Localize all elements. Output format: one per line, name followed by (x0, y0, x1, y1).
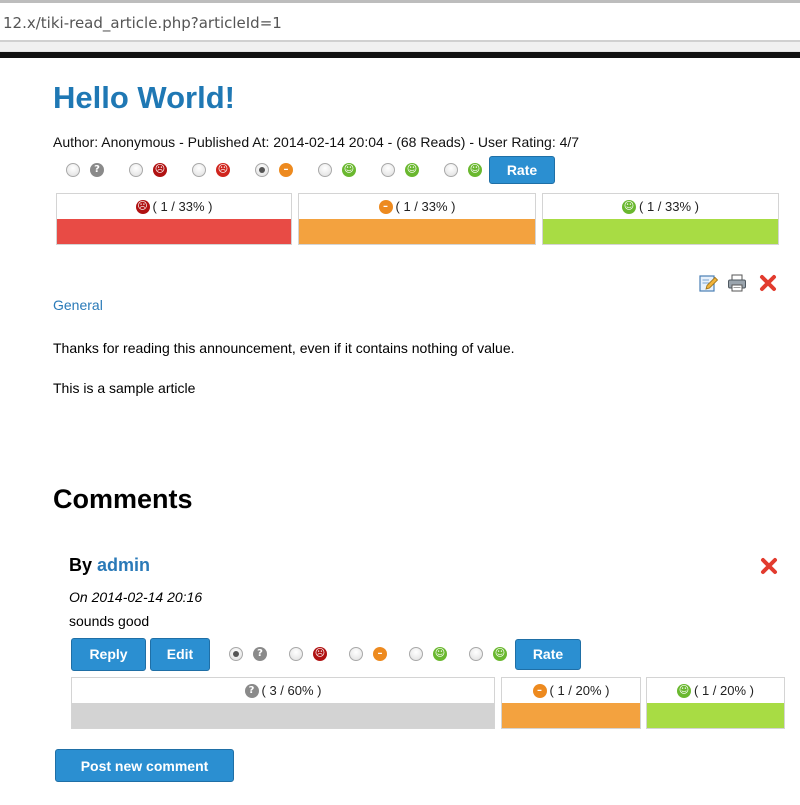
rating-radio-1[interactable] (66, 163, 80, 177)
red-sad-face-icon: ☹ (313, 647, 327, 661)
result-bar-sad (57, 219, 291, 244)
gray-question-face-icon: ? (253, 647, 267, 661)
rating-radio-6[interactable] (381, 163, 395, 177)
comment-author-line: By admin (69, 555, 150, 576)
result-bar-neutral (502, 703, 640, 728)
url-text: 12.x/tiki-read_article.php?articleId=1 (3, 14, 282, 32)
red-angry-face-icon: ☹ (216, 163, 230, 177)
comment-rating-radio-4[interactable] (409, 647, 423, 661)
comment-rating-radio-5[interactable] (469, 647, 483, 661)
comment-rate-button[interactable]: Rate (515, 638, 581, 670)
rating-radio-7[interactable] (444, 163, 458, 177)
toolbar-gap (0, 42, 800, 52)
delete-article-icon[interactable] (758, 273, 778, 293)
comment-rating-radio-2[interactable] (289, 647, 303, 661)
rating-radio-4[interactable] (255, 163, 269, 177)
edit-icon[interactable] (698, 273, 718, 293)
green-smile-face-icon: ☺ (342, 163, 356, 177)
category-link[interactable]: General (53, 297, 103, 313)
comment-text: sounds good (69, 613, 150, 629)
comment-author-link[interactable]: admin (97, 555, 150, 575)
red-sad-face-icon: ☹ (153, 163, 167, 177)
article-meta: Author: Anonymous - Published At: 2014-0… (53, 134, 580, 150)
result-bar-smile (543, 219, 778, 244)
article-rating-form: ? ☹ ☹ – ☺ ☺ ☺ Rate (66, 156, 555, 184)
edit-comment-button[interactable]: Edit (150, 637, 210, 671)
green-grin-face-icon: ☺ (468, 163, 482, 177)
article-lead: Thanks for reading this announcement, ev… (53, 340, 515, 356)
green-smile-face-icon: ☺ (622, 199, 637, 214)
orange-neutral-face-icon: – (373, 647, 387, 661)
print-icon[interactable] (727, 273, 747, 293)
result-cell-sad: ☹ ( 1 / 33% ) (56, 193, 292, 245)
article-body: This is a sample article (53, 380, 196, 396)
delete-comment-icon[interactable] (759, 556, 779, 576)
comment-date: On 2014-02-14 20:16 (69, 589, 203, 605)
comment-actions: Reply Edit ? ☹ – ☺ ☺ Rate (71, 637, 581, 671)
rating-radio-2[interactable] (129, 163, 143, 177)
article-rate-button[interactable]: Rate (489, 156, 555, 184)
result-cell-question: ? ( 3 / 60% ) (71, 677, 495, 729)
green-smile-face-icon: ☺ (433, 647, 447, 661)
orange-neutral-face-icon: – (279, 163, 293, 177)
green-happy-face-icon: ☺ (405, 163, 419, 177)
result-label: ☺ ( 1 / 33% ) (622, 199, 699, 214)
result-label: ☹ ( 1 / 33% ) (135, 199, 213, 214)
result-cell-neutral: – ( 1 / 33% ) (298, 193, 536, 245)
result-bar-question (72, 703, 494, 728)
orange-neutral-face-icon: – (378, 199, 393, 214)
gray-question-face-icon: ? (90, 163, 104, 177)
green-grin-face-icon: ☺ (493, 647, 507, 661)
article-rating-results: ☹ ( 1 / 33% ) – ( 1 / 33% ) ☺ ( 1 / 33% … (56, 193, 779, 245)
result-label: ☺ ( 1 / 20% ) (677, 683, 754, 698)
comment-rating-results: ? ( 3 / 60% ) – ( 1 / 20% ) ☺ ( 1 / 20% … (71, 677, 785, 729)
result-label: ? ( 3 / 60% ) (72, 678, 494, 703)
post-new-comment-button[interactable]: Post new comment (55, 749, 234, 782)
comment-rating-radio-1[interactable] (229, 647, 243, 661)
red-sad-face-icon: ☹ (135, 199, 150, 214)
rating-radio-3[interactable] (192, 163, 206, 177)
article-title: Hello World! (53, 80, 235, 115)
orange-neutral-face-icon: – (532, 683, 547, 698)
comment-rating-radio-3[interactable] (349, 647, 363, 661)
result-bar-smile (647, 703, 784, 728)
result-cell-smile: ☺ ( 1 / 20% ) (646, 677, 785, 729)
result-cell-smile: ☺ ( 1 / 33% ) (542, 193, 779, 245)
result-label: – ( 1 / 33% ) (299, 194, 535, 219)
page-top-border (0, 52, 800, 58)
gray-question-face-icon: ? (244, 683, 259, 698)
result-label: – ( 1 / 20% ) (502, 678, 640, 703)
result-bar-neutral (299, 219, 535, 244)
rating-radio-5[interactable] (318, 163, 332, 177)
comment-by-prefix: By (69, 555, 93, 575)
reply-button[interactable]: Reply (71, 637, 146, 671)
result-cell-neutral: – ( 1 / 20% ) (501, 677, 641, 729)
comments-heading: Comments (53, 484, 193, 514)
green-smile-face-icon: ☺ (677, 683, 692, 698)
address-bar[interactable]: 12.x/tiki-read_article.php?articleId=1 (0, 0, 800, 42)
